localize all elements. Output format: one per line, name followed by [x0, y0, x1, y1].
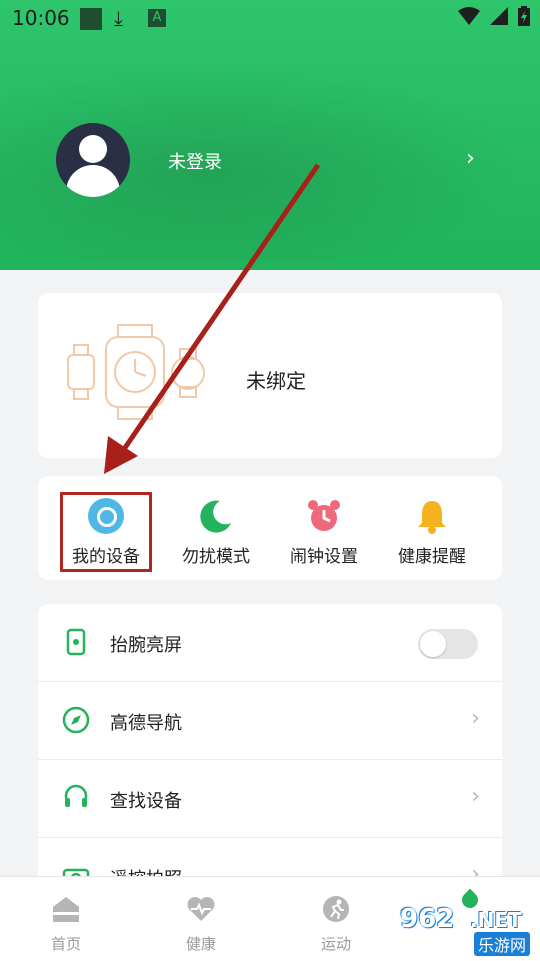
site-watermark-logo: 962 .NET 乐游网 — [400, 904, 536, 956]
nav-home[interactable]: 首页 — [26, 895, 106, 954]
heart-pulse-icon — [187, 897, 215, 921]
watermark-suffix: .NET — [470, 908, 522, 932]
watermark-site: 乐游网 — [474, 932, 531, 956]
nav-sport[interactable]: 运动 — [296, 895, 376, 954]
running-icon — [323, 896, 349, 922]
nav-health[interactable]: 健康 — [161, 895, 241, 954]
nav-label: 首页 — [50, 935, 81, 953]
nav-label: 健康 — [185, 935, 216, 953]
watermark-number: 962 — [400, 904, 455, 934]
home-icon — [53, 897, 79, 922]
nav-label: 运动 — [320, 935, 351, 953]
annotation-arrow — [104, 163, 321, 474]
